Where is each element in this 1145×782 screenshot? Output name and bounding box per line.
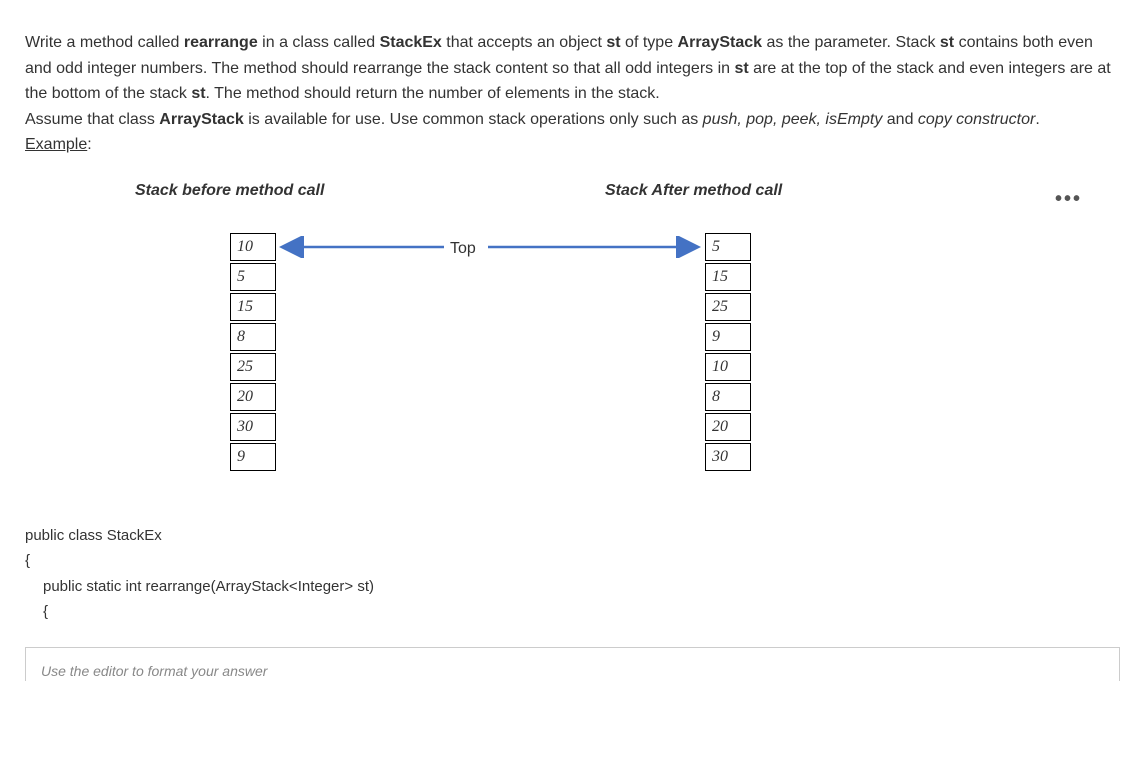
code-line: { (25, 548, 1120, 574)
top-arrow-icon (276, 236, 704, 258)
example-label: Example: (25, 132, 1120, 158)
code-line: { (25, 599, 1120, 625)
stack-cell: 25 (705, 293, 751, 321)
stack-cell: 30 (230, 413, 276, 441)
stack-cell: 9 (705, 323, 751, 351)
stack-cell: 8 (230, 323, 276, 351)
stack-before: 10 5 15 8 25 20 30 9 (230, 233, 276, 473)
stack-cell: 5 (230, 263, 276, 291)
top-label: Top (450, 236, 476, 262)
stack-cell: 10 (230, 233, 276, 261)
stack-diagram: Stack before method call Stack After met… (25, 178, 1120, 488)
before-heading: Stack before method call (135, 178, 324, 204)
code-line: public class StackEx (25, 523, 1120, 549)
stack-cell: 20 (230, 383, 276, 411)
stack-cell: 15 (230, 293, 276, 321)
code-line: public static int rearrange(ArrayStack<I… (25, 574, 1120, 600)
stack-cell: 8 (705, 383, 751, 411)
paragraph-2: Assume that class ArrayStack is availabl… (25, 107, 1120, 133)
stack-cell: 10 (705, 353, 751, 381)
editor-placeholder-text: Use the editor to format your answer (41, 663, 267, 679)
stack-cell: 25 (230, 353, 276, 381)
stack-cell: 20 (705, 413, 751, 441)
answer-editor[interactable]: Use the editor to format your answer (25, 647, 1120, 681)
stack-cell: 30 (705, 443, 751, 471)
question-description: Write a method called rearrange in a cla… (25, 30, 1120, 158)
paragraph-1: Write a method called rearrange in a cla… (25, 30, 1120, 107)
after-heading: Stack After method call (605, 178, 782, 204)
stack-cell: 5 (705, 233, 751, 261)
stack-after: 5 15 25 9 10 8 20 30 (705, 233, 751, 473)
stack-cell: 15 (705, 263, 751, 291)
more-options-icon[interactable]: ••• (1055, 183, 1082, 215)
code-snippet: public class StackEx { public static int… (25, 523, 1120, 625)
stack-cell: 9 (230, 443, 276, 471)
